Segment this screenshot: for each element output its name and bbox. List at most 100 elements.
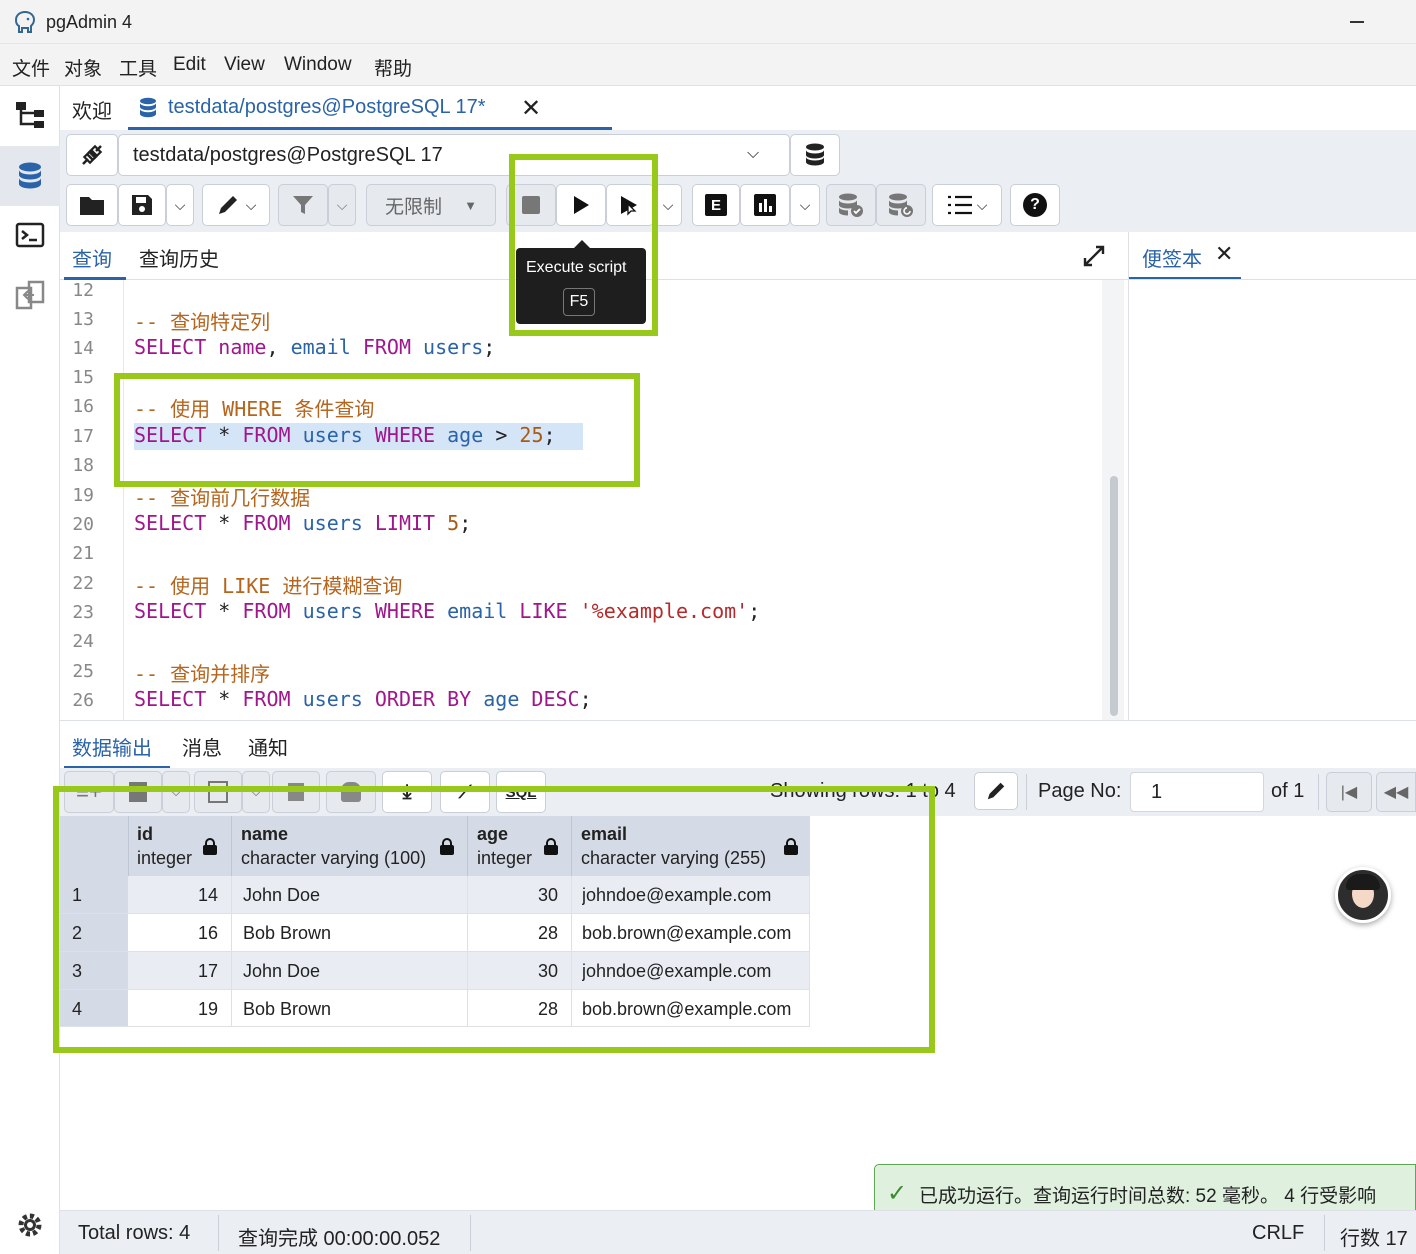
code-identifier: users — [302, 687, 363, 711]
psql-tool-button[interactable] — [0, 206, 60, 264]
code-identifier: email — [447, 599, 508, 623]
avatar[interactable] — [1335, 867, 1391, 923]
menu-view[interactable]: View — [224, 54, 265, 76]
explain-dropdown[interactable]: ⌵ — [790, 184, 820, 226]
save-icon — [132, 195, 152, 215]
sql-editor[interactable]: 12 13 14 15 16 17 18 19 20 21 22 23 24 2… — [60, 280, 1128, 720]
menu-help[interactable]: 帮助 — [374, 54, 412, 81]
filter-icon — [293, 196, 313, 214]
code-keyword: SELECT — [134, 511, 207, 535]
object-explorer-button[interactable] — [0, 86, 60, 144]
edit-page-button[interactable] — [974, 772, 1018, 810]
commit-button[interactable] — [826, 184, 876, 226]
code-keyword: FROM — [362, 335, 411, 359]
tab-query-label: testdata/postgres@PostgreSQL 17* — [168, 96, 486, 118]
check-icon: ✓ — [887, 1180, 908, 1207]
settings-button[interactable] — [0, 1196, 60, 1254]
menu-file[interactable]: 文件 — [12, 54, 50, 81]
connection-select[interactable]: testdata/postgres@PostgreSQL 17 ⌵ — [118, 134, 790, 176]
line-info: 行数 17 — [1340, 1228, 1408, 1250]
folder-icon — [80, 197, 104, 215]
code-keyword: SELECT — [134, 687, 207, 711]
rewind-icon: ◀◀ — [1383, 784, 1409, 801]
title-bar: pgAdmin 4 — [0, 0, 1416, 44]
tab-notepad[interactable]: 便签本 ✕ — [1129, 232, 1241, 280]
query-tool-button[interactable] — [0, 146, 60, 206]
line-number: 12 — [72, 280, 94, 301]
tab-notifications[interactable]: 通知 — [248, 732, 288, 761]
line-number: 18 — [72, 455, 94, 476]
page-no-label: Page No: — [1038, 780, 1122, 802]
code-identifier: users — [302, 511, 363, 535]
notepad-panel: 便签本 ✕ — [1128, 232, 1416, 720]
chevron-down-icon: ⌵ — [799, 196, 811, 213]
code-keyword: FROM — [242, 511, 291, 535]
page-number-input[interactable]: 1 — [1130, 772, 1264, 812]
minimize-icon[interactable] — [1350, 21, 1364, 23]
list-icon — [947, 195, 972, 215]
code-punct: ; — [483, 335, 496, 359]
filter-dropdown[interactable]: ⌵ — [328, 184, 356, 226]
close-icon[interactable]: ✕ — [1215, 241, 1233, 267]
divider — [218, 1215, 219, 1251]
highlight-box-query — [114, 373, 640, 487]
code-keyword: WHERE — [374, 599, 436, 623]
line-number: 24 — [72, 631, 94, 652]
avatar-hair — [1346, 874, 1380, 890]
menu-bar: 文件 对象 工具 Edit View Window 帮助 — [0, 44, 1416, 86]
prev-page-button[interactable]: ◀◀ — [1376, 772, 1416, 812]
help-button[interactable]: ? — [1010, 184, 1060, 226]
code-punct: * — [218, 599, 231, 623]
page-of-label: of 1 — [1271, 780, 1305, 802]
save-button[interactable] — [118, 184, 166, 226]
pencil-icon — [987, 782, 1005, 800]
tab-welcome[interactable]: 欢迎 — [72, 95, 112, 124]
code-line: -- 使用 LIKE 进行模糊查询 — [134, 570, 402, 599]
code-keyword: SELECT — [134, 335, 207, 359]
save-dropdown[interactable]: ⌵ — [166, 184, 194, 226]
menu-tools[interactable]: 工具 — [119, 54, 157, 81]
editor-scrollbar-thumb[interactable] — [1110, 476, 1118, 716]
code-keyword: LIKE — [519, 599, 568, 623]
line-number: 26 — [72, 690, 94, 711]
menu-object[interactable]: 对象 — [64, 54, 102, 81]
explain-button[interactable]: E — [692, 184, 740, 226]
chevron-down-icon: ⌵ — [174, 196, 186, 213]
tab-query-editor[interactable]: 查询 — [64, 232, 126, 280]
code-comment: -- 使用 LIKE 进行模糊查询 — [134, 574, 403, 598]
database-icon — [140, 97, 156, 118]
tab-data-output[interactable]: 数据输出 — [64, 721, 170, 769]
rollback-button[interactable] — [876, 184, 926, 226]
edit-button[interactable]: ⌵ — [202, 184, 270, 226]
expand-icon[interactable] — [1082, 244, 1106, 268]
line-number: 25 — [72, 661, 94, 682]
new-connection-button[interactable] — [790, 134, 840, 176]
code-keyword: LIMIT — [374, 511, 436, 535]
database-icon — [806, 143, 824, 166]
execute-dropdown[interactable]: ⌵ — [654, 184, 682, 226]
code-line: SELECT * FROM users LIMIT 5; — [134, 511, 471, 535]
elephant-icon — [14, 10, 36, 34]
results-tabs: 数据输出 消息 通知 — [60, 720, 1416, 769]
explain-analyze-button[interactable] — [740, 184, 790, 226]
first-page-button[interactable]: |◀ — [1326, 772, 1372, 812]
schema-diff-button[interactable] — [0, 266, 60, 324]
connection-status-button[interactable] — [66, 134, 118, 176]
macros-button[interactable]: ⌵ — [932, 184, 1002, 226]
menu-window[interactable]: Window — [284, 54, 352, 76]
close-icon[interactable]: ✕ — [521, 94, 541, 123]
menu-edit[interactable]: Edit — [173, 54, 206, 76]
left-sidebar — [0, 86, 60, 1254]
filter-button[interactable] — [278, 184, 328, 226]
tab-messages[interactable]: 消息 — [182, 732, 222, 761]
code-comment: -- 查询前几行数据 — [134, 486, 311, 510]
limit-select[interactable]: 无限制 ▼ — [366, 184, 496, 226]
tab-query-history[interactable]: 查询历史 — [139, 243, 219, 272]
code-identifier: name — [218, 335, 267, 359]
database-check-icon — [839, 193, 863, 217]
code-line: SELECT * FROM users WHERE email LIKE '%e… — [134, 599, 760, 623]
open-file-button[interactable] — [66, 184, 118, 226]
code-punct: * — [218, 511, 231, 535]
line-number: 16 — [72, 396, 94, 417]
tab-query[interactable]: testdata/postgres@PostgreSQL 17* ✕ — [128, 86, 612, 130]
